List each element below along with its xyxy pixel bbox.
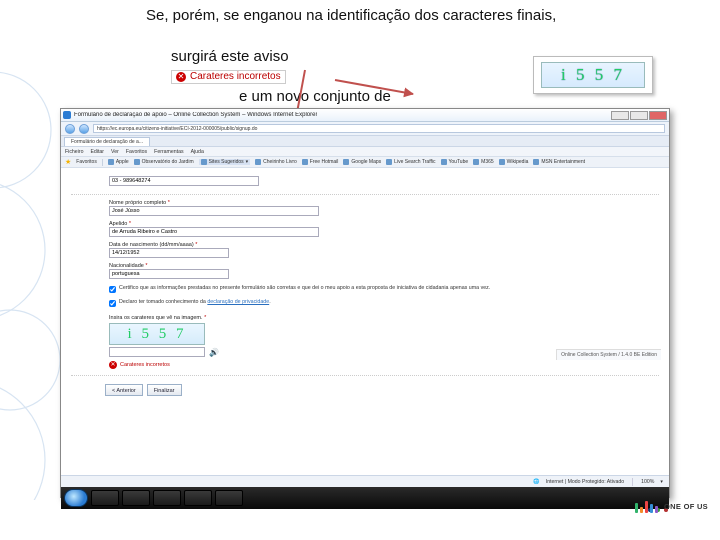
privacy-checkbox[interactable] <box>109 300 116 307</box>
ie-status-bar: 🌐 Internet | Modo Protegido: Ativado 100… <box>61 475 669 487</box>
one-of-us-logo: ONE OF US <box>628 502 708 530</box>
taskbar-app-4[interactable] <box>184 490 212 506</box>
status-zone: Internet | Modo Protegido: Ativado <box>546 479 624 485</box>
captcha-input[interactable] <box>109 347 205 357</box>
menu-bar: Ficheiro Editar Ver Favoritos Ferramenta… <box>61 147 669 157</box>
fav-item-suggested[interactable]: Sites Sugeridos ▾ <box>199 159 251 165</box>
maximize-button[interactable] <box>630 111 648 120</box>
captcha-error-row: ✕ Carateres incorretos <box>109 361 659 369</box>
privacy-text: Declaro ter tomado conhecimento da decla… <box>119 299 271 305</box>
page-content: Nome próprio completo * Apelido * Data d… <box>61 168 669 475</box>
taskbar-app-2[interactable] <box>122 490 150 506</box>
fav-item-wiki[interactable]: Wikipedia <box>499 159 529 165</box>
text-line-2a: surgirá este aviso <box>171 48 289 65</box>
favorites-star-icon[interactable]: ★ <box>65 158 71 166</box>
zoom-level[interactable]: 100% <box>641 479 654 485</box>
text-line-1: Se, porém, se enganou na identificação d… <box>146 7 556 24</box>
captcha-label: Insira os carateres que vê na imagem. <box>109 315 203 321</box>
text-line-2b: e um novo conjunto de <box>239 88 391 105</box>
menu-favorites[interactable]: Favoritos <box>126 149 147 155</box>
certify-text: Certifico que as informações prestadas n… <box>119 285 490 291</box>
fav-item-obs[interactable]: Observatório do Jardim <box>134 159 194 165</box>
app-icon <box>63 111 71 119</box>
taskbar-app-3[interactable] <box>153 490 181 506</box>
captcha-image: i 5 5 7 <box>109 323 205 345</box>
minimize-button[interactable] <box>611 111 629 120</box>
close-button[interactable] <box>649 111 667 120</box>
captcha-zoom-callout: i 5 5 7 <box>533 56 653 94</box>
window-titlebar: Formulário de declaração de apoio – Onli… <box>61 109 669 122</box>
system-footer: Online Collection System / 1.4.0 BE Edit… <box>556 349 661 360</box>
nationality-label: Nacionalidade <box>109 263 144 269</box>
surname-label: Apelido <box>109 221 127 227</box>
captcha-zoom-image: i 5 5 7 <box>541 62 645 88</box>
menu-tools[interactable]: Ferramentas <box>154 149 183 155</box>
dob-label: Data de nascimento (dd/mm/aaaa) <box>109 242 194 248</box>
address-bar[interactable]: https://ec.europa.eu/citizens-initiative… <box>93 124 665 133</box>
prev-button[interactable]: < Anterior <box>105 384 143 396</box>
favorites-label[interactable]: Favoritos <box>76 159 97 165</box>
name-input[interactable] <box>109 206 319 216</box>
fav-item-traffic[interactable]: Live Search Traffic <box>386 159 435 165</box>
privacy-link[interactable]: declaração de privacidade <box>207 299 269 305</box>
menu-help[interactable]: Ajuda <box>191 149 204 155</box>
name-label: Nome próprio completo <box>109 200 166 206</box>
error-icon: ✕ <box>109 361 117 369</box>
browser-tab[interactable]: Formulário de declaração de a... <box>64 137 150 146</box>
browser-window: Formulário de declaração de apoio – Onli… <box>60 108 670 498</box>
taskbar-app-5[interactable] <box>215 490 243 506</box>
fav-item-youtube[interactable]: YouTube <box>441 159 469 165</box>
menu-view[interactable]: Ver <box>111 149 119 155</box>
fav-item-maps[interactable]: Google Maps <box>343 159 381 165</box>
forward-button[interactable] <box>79 124 89 134</box>
tab-strip: Formulário de declaração de a... <box>61 136 669 147</box>
error-badge-label: Carateres incorretos <box>190 70 281 84</box>
finish-button[interactable]: Finalizar <box>147 384 182 396</box>
dob-input[interactable] <box>109 248 229 258</box>
fav-item-apple[interactable]: Apple <box>108 159 129 165</box>
favorites-bar: ★ Favoritos Apple Observatório do Jardim… <box>61 157 669 168</box>
taskbar-app-1[interactable] <box>91 490 119 506</box>
surname-input[interactable] <box>109 227 319 237</box>
start-button[interactable] <box>64 489 88 507</box>
error-badge-inline: ✕ Carateres incorretos <box>171 70 286 84</box>
certify-checkbox[interactable] <box>109 286 116 293</box>
nationality-input[interactable] <box>109 269 229 279</box>
captcha-audio-icon[interactable]: 🔊 <box>209 348 219 357</box>
back-button[interactable] <box>65 124 75 134</box>
windows-taskbar <box>61 487 669 509</box>
menu-edit[interactable]: Editar <box>90 149 104 155</box>
fav-item-cheirinho[interactable]: Cheirinho Livro <box>255 159 297 165</box>
captcha-error-text: Carateres incorretos <box>120 362 170 368</box>
fav-item-hotmail[interactable]: Free Hotmail <box>302 159 339 165</box>
id-number-input[interactable] <box>109 176 259 186</box>
fav-item-msn[interactable]: MSN Entertainment <box>533 159 585 165</box>
error-x-icon: ✕ <box>176 72 186 82</box>
address-bar-row: https://ec.europa.eu/citizens-initiative… <box>61 122 669 136</box>
window-title: Formulário de declaração de apoio – Onli… <box>74 112 317 118</box>
menu-file[interactable]: Ficheiro <box>65 149 83 155</box>
fav-item-m365[interactable]: M365 <box>473 159 494 165</box>
zone-icon: 🌐 <box>533 479 539 485</box>
